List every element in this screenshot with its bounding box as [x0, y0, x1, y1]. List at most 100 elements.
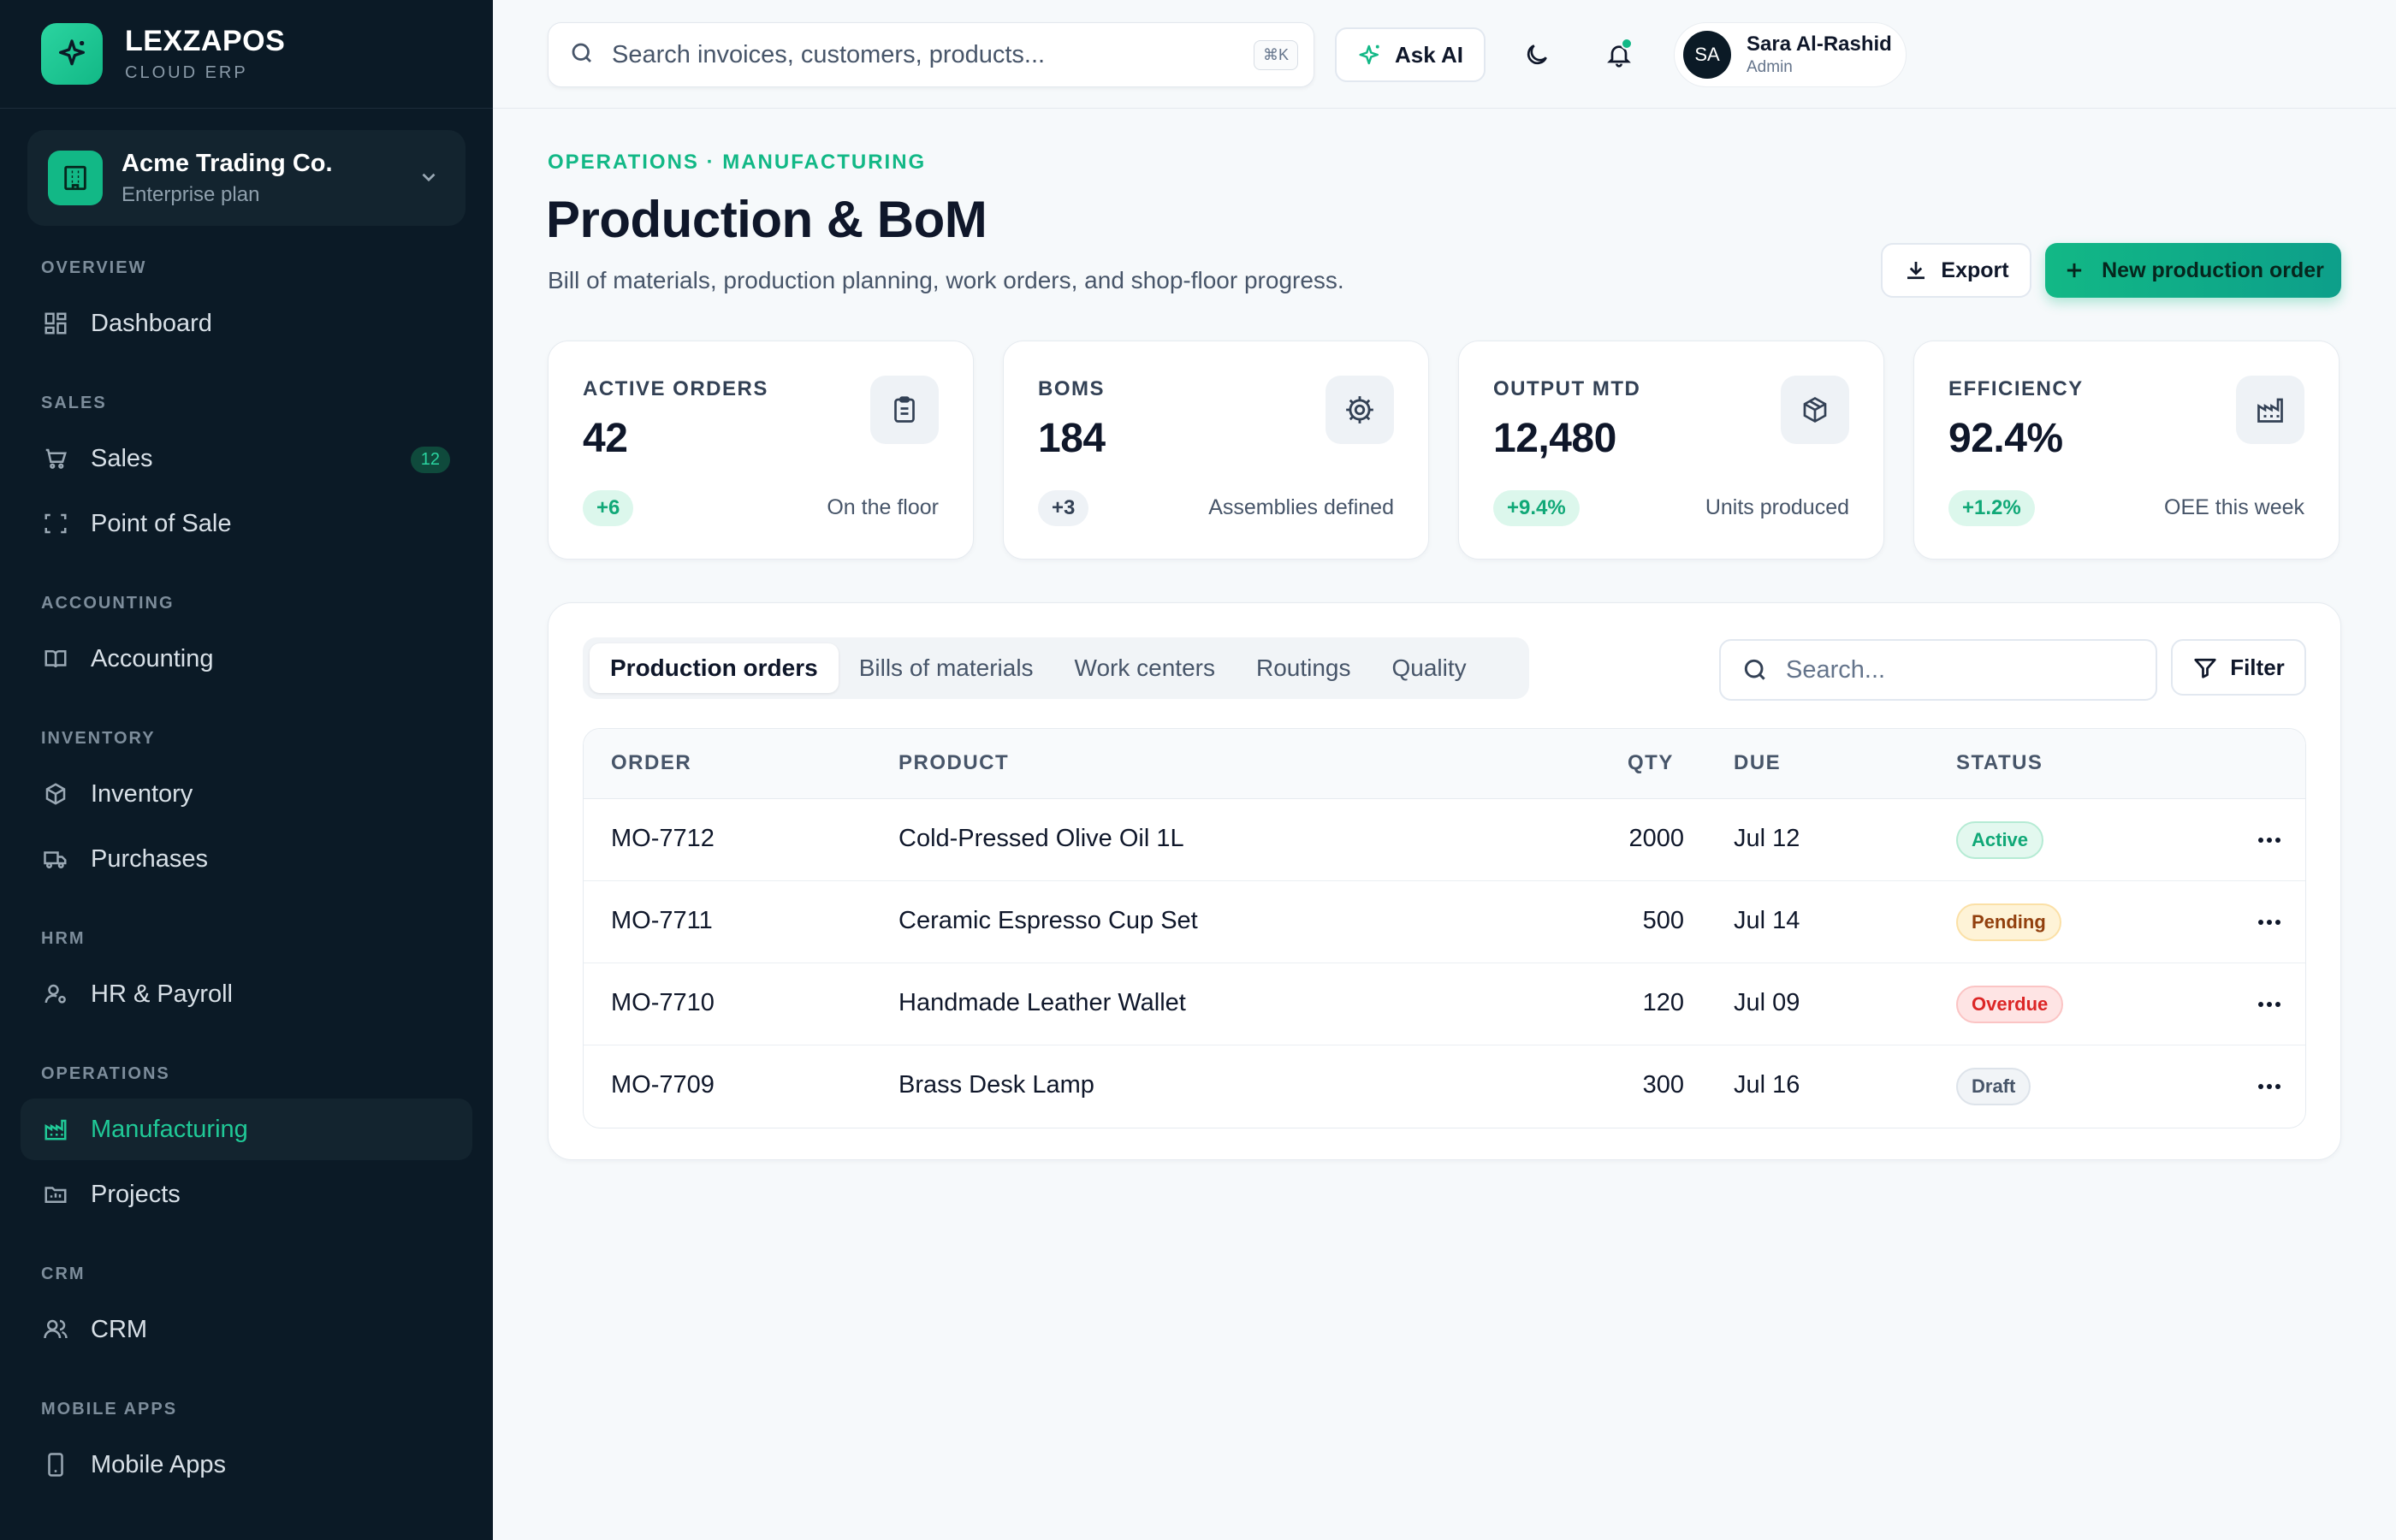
page-title: Production & BoM [546, 191, 987, 248]
nav-section-crm: CRM [41, 1265, 86, 1283]
new-production-order-button[interactable]: New production order [2045, 243, 2341, 298]
table-row[interactable]: MO-7711 Ceramic Espresso Cup Set 500 Jul… [584, 881, 2305, 963]
column-header-status[interactable]: STATUS [1956, 751, 2043, 775]
scan-icon [41, 509, 70, 538]
user-name: Sara Al-Rashid [1747, 33, 1892, 56]
search-icon [1744, 659, 1765, 680]
notification-dot [1621, 38, 1633, 50]
table-search-input[interactable]: Search... [1719, 639, 2157, 701]
tab-production-orders[interactable]: Production orders [590, 643, 839, 693]
table-row[interactable]: MO-7712 Cold-Pressed Olive Oil 1L 2000 J… [584, 799, 2305, 881]
sidebar-item-inventory[interactable]: Inventory [21, 763, 472, 825]
product-name: Brass Desk Lamp [898, 1071, 1094, 1099]
sidebar-item-accounting[interactable]: Accounting [21, 628, 472, 690]
filter-icon [2194, 658, 2216, 678]
quantity: 300 [1642, 1071, 1684, 1099]
export-label: Export [1941, 258, 2009, 282]
tab-bar: Production orders Bills of materials Wor… [583, 637, 1529, 699]
sidebar-item-label: Manufacturing [91, 1115, 248, 1143]
kpi-card-boms: BOMS 184 +3 Assemblies defined [1003, 341, 1429, 560]
tab-routings[interactable]: Routings [1236, 643, 1372, 693]
cart-icon [41, 444, 70, 473]
dashboard-icon [41, 309, 70, 338]
sidebar: LEXZAPOS CLOUD ERP Acme Trading Co. Ente… [0, 0, 493, 1540]
nav-section-accounting: ACCOUNTING [41, 594, 175, 613]
chevron-down-icon [418, 166, 440, 192]
gear-icon [1326, 376, 1394, 444]
column-header-product[interactable]: PRODUCT [898, 751, 1009, 775]
table-row[interactable]: MO-7710 Handmade Leather Wallet 120 Jul … [584, 963, 2305, 1045]
brand-tagline: CLOUD ERP [125, 63, 248, 82]
column-header-due[interactable]: DUE [1734, 751, 1781, 775]
order-id: MO-7709 [611, 1071, 715, 1099]
row-actions-more-icon[interactable] [2252, 989, 2286, 1020]
column-header-order[interactable]: ORDER [611, 751, 691, 775]
brand[interactable]: LEXZAPOS CLOUD ERP [0, 0, 493, 109]
nav-section-overview: OVERVIEW [41, 258, 147, 277]
tab-quality[interactable]: Quality [1371, 643, 1486, 693]
sidebar-item-label: Mobile Apps [91, 1450, 226, 1478]
notifications-bell-icon[interactable] [1598, 34, 1640, 75]
order-id: MO-7711 [611, 907, 713, 934]
kpi-delta: +9.4% [1493, 490, 1580, 526]
kpi-value: 184 [1038, 416, 1106, 461]
kpi-note: Assemblies defined [1208, 495, 1394, 519]
company-switcher[interactable]: Acme Trading Co. Enterprise plan [27, 130, 466, 226]
company-plan: Enterprise plan [122, 182, 260, 206]
nav-section-inventory: INVENTORY [41, 729, 156, 748]
kpi-note: Units produced [1705, 495, 1849, 519]
sidebar-item-mobile-apps[interactable]: Mobile Apps [21, 1434, 472, 1496]
ask-ai-button[interactable]: Ask AI [1335, 27, 1486, 82]
users-icon [41, 1315, 70, 1344]
kpi-label: OUTPUT MTD [1493, 377, 1641, 400]
kpi-value: 92.4% [1948, 416, 2063, 461]
status-badge: Pending [1956, 903, 2061, 941]
kpi-label: ACTIVE ORDERS [583, 377, 768, 400]
nav-section-operations: OPERATIONS [41, 1064, 170, 1083]
table-header: ORDER PRODUCT QTY DUE STATUS [584, 729, 2305, 799]
sidebar-item-crm[interactable]: CRM [21, 1299, 472, 1360]
download-icon [1907, 262, 1925, 280]
sidebar-item-purchases[interactable]: Purchases [21, 828, 472, 890]
phone-icon [41, 1450, 70, 1479]
sidebar-item-dashboard[interactable]: Dashboard [21, 293, 472, 354]
sidebar-item-manufacturing[interactable]: Manufacturing [21, 1099, 472, 1160]
folder-icon [41, 1180, 70, 1209]
sidebar-item-label: Purchases [91, 844, 209, 873]
kpi-card-efficiency: EFFICIENCY 92.4% +1.2% OEE this week [1913, 341, 2340, 560]
sidebar-item-projects[interactable]: Projects [21, 1164, 472, 1225]
kpi-value: 42 [583, 416, 628, 461]
theme-toggle-moon-icon[interactable] [1516, 34, 1557, 75]
sidebar-item-label: CRM [91, 1315, 148, 1343]
factory-icon [2236, 376, 2304, 444]
nav-section-hrm: HRM [41, 929, 86, 948]
row-actions-more-icon[interactable] [2252, 1071, 2286, 1102]
brand-name: LEXZAPOS [125, 25, 286, 57]
kpi-label: EFFICIENCY [1948, 377, 2084, 400]
sidebar-item-point-of-sale[interactable]: Point of Sale [21, 493, 472, 554]
user-menu[interactable]: SA Sara Al-Rashid Admin [1674, 22, 1907, 87]
sidebar-item-sales[interactable]: Sales 12 [21, 428, 472, 489]
due-date: Jul 14 [1734, 907, 1800, 934]
filter-button[interactable]: Filter [2171, 639, 2306, 696]
plus-icon [2067, 263, 2082, 278]
shortcut-hint: ⌘K [1253, 40, 1298, 70]
sidebar-item-hr-payroll[interactable]: HR & Payroll [21, 963, 472, 1025]
export-button[interactable]: Export [1881, 243, 2031, 298]
global-search-input[interactable]: Search invoices, customers, products... … [548, 22, 1314, 87]
row-actions-more-icon[interactable] [2252, 825, 2286, 856]
column-header-qty[interactable]: QTY [1628, 751, 1674, 775]
due-date: Jul 12 [1734, 825, 1800, 852]
due-date: Jul 09 [1734, 989, 1800, 1016]
production-panel: Production orders Bills of materials Wor… [548, 602, 2341, 1160]
tab-bills-of-materials[interactable]: Bills of materials [839, 643, 1054, 693]
product-name: Ceramic Espresso Cup Set [898, 907, 1198, 934]
sparkle-icon [1359, 44, 1379, 65]
factory-icon [41, 1115, 70, 1144]
table-row[interactable]: MO-7709 Brass Desk Lamp 300 Jul 16 Draft [584, 1045, 2305, 1128]
sales-count-badge: 12 [410, 447, 450, 473]
kpi-delta: +6 [583, 490, 634, 526]
tab-work-centers[interactable]: Work centers [1054, 643, 1236, 693]
row-actions-more-icon[interactable] [2252, 907, 2286, 938]
kpi-delta: +3 [1038, 490, 1089, 526]
